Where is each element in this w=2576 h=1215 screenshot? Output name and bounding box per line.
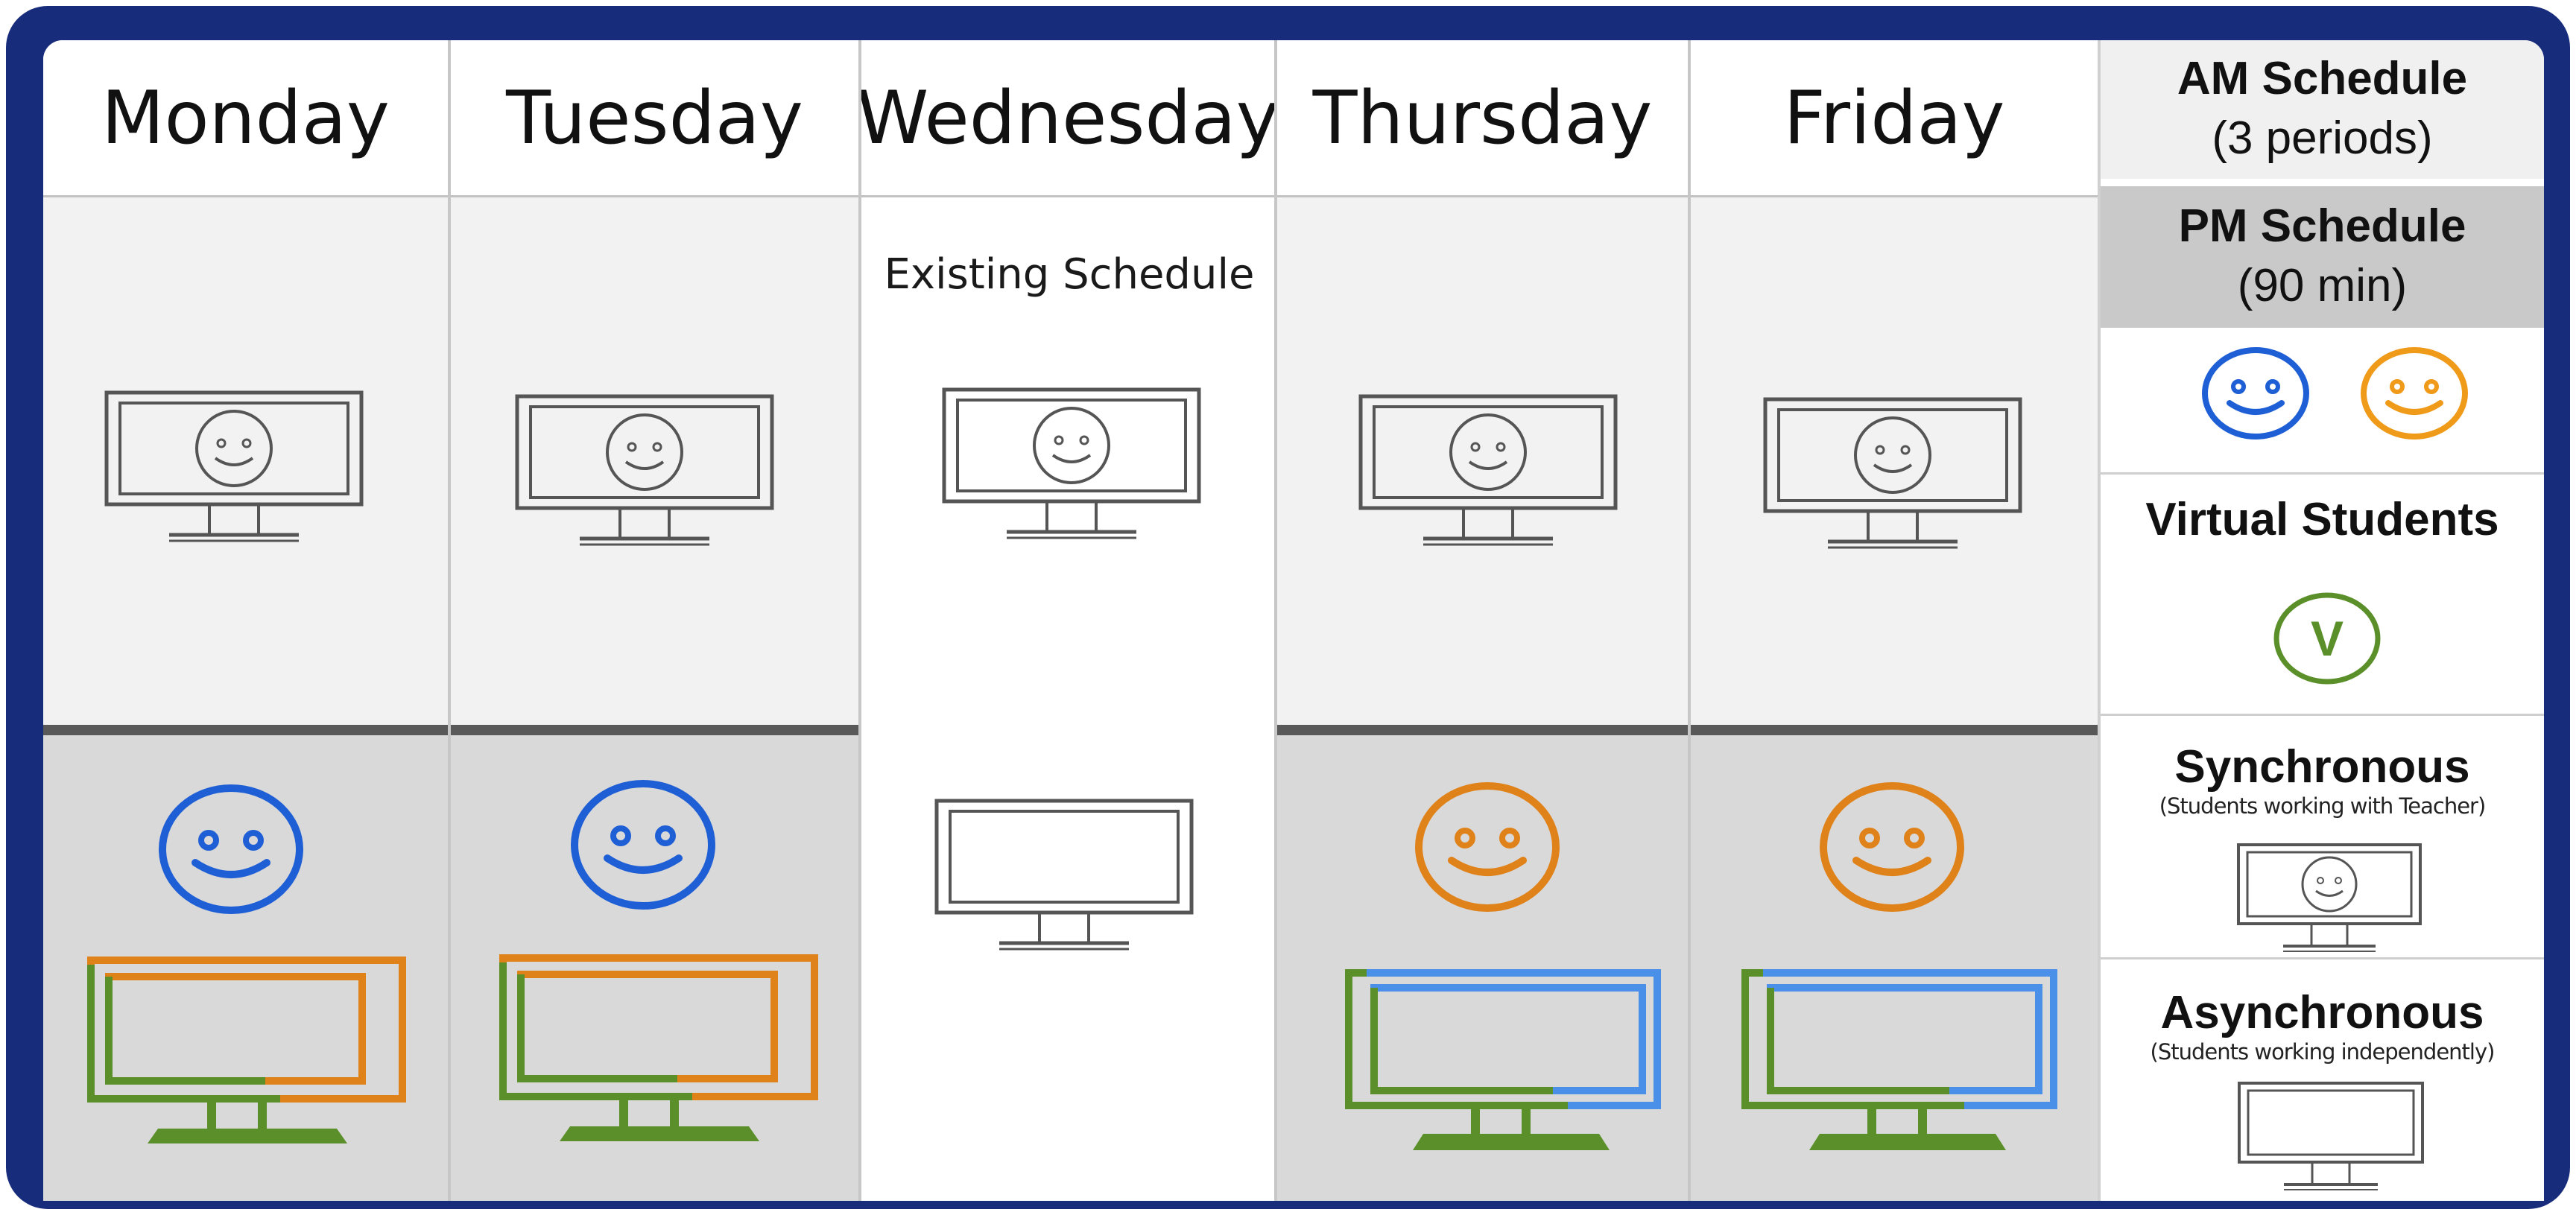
legend-sync-title: Synchronous (2174, 741, 2470, 793)
blue-smiley-icon (159, 784, 303, 914)
monitor-with-smiley-icon (515, 394, 774, 546)
column-divider (1274, 40, 1277, 1201)
header-divider (43, 195, 2098, 197)
legend-sync-detail: (Students working with Teacher) (2159, 793, 2487, 819)
am-pm-divider-right (1274, 725, 2098, 735)
day-header-friday: Friday (1691, 40, 2098, 197)
legend-synchronous: Synchronous (Students working with Teach… (2101, 740, 2544, 819)
day-header-thursday: Thursday (1277, 40, 1688, 197)
legend-divider (2101, 714, 2544, 716)
legend-pm-title: PM Schedule (2178, 200, 2466, 252)
day-header-wednesday: Wednesday (856, 40, 1279, 197)
day-name: Wednesday (856, 76, 1279, 161)
blue-smiley-icon (571, 780, 715, 910)
day-name: Monday (101, 76, 390, 161)
monitor-with-smiley-icon (1763, 397, 2022, 549)
day-name: Thursday (1312, 76, 1653, 161)
blue-smiley-icon (2202, 347, 2309, 440)
monitor-with-smiley-icon (1358, 394, 1618, 546)
schedule-grid: Monday Tuesday Wednesday Thursday Friday… (43, 40, 2544, 1201)
legend-pm-detail: (90 min) (2237, 260, 2408, 311)
column-divider (858, 40, 861, 1201)
legend-divider (2101, 957, 2544, 959)
column-divider (448, 40, 451, 1201)
green-blue-monitor-icon (1345, 969, 1661, 1150)
legend-asynchronous: Asynchronous (Students working independe… (2101, 986, 2544, 1065)
schedule-frame: Monday Tuesday Wednesday Thursday Friday… (6, 6, 2570, 1209)
legend-virtual-students: Virtual Students (2101, 493, 2544, 546)
day-name: Friday (1783, 76, 2005, 161)
day-name: Tuesday (506, 76, 803, 161)
legend-async-detail: (Students working independently) (2150, 1039, 2496, 1065)
legend-virtual-title: Virtual Students (2145, 494, 2499, 545)
monitor-with-smiley-icon (2237, 843, 2422, 952)
legend-divider (2101, 472, 2544, 475)
existing-schedule-label: Existing Schedule (884, 250, 1255, 299)
blank-monitor-icon (934, 799, 1194, 951)
virtual-badge-letter: V (2311, 611, 2344, 666)
green-orange-monitor-icon (87, 957, 406, 1143)
day-header-tuesday: Tuesday (451, 40, 858, 197)
virtual-badge-icon: V (2273, 592, 2381, 685)
column-divider (1688, 40, 1691, 1201)
orange-smiley-icon (1820, 782, 1964, 912)
day-header-monday: Monday (43, 40, 448, 197)
am-pm-divider-left (43, 725, 858, 735)
legend-am-schedule: AM Schedule (3 periods) (2101, 40, 2544, 179)
green-orange-monitor-icon (499, 954, 818, 1141)
blank-monitor-icon (2238, 1082, 2424, 1190)
legend-pm-schedule: PM Schedule (90 min) (2101, 186, 2544, 328)
monitor-with-smiley-icon (942, 387, 1201, 539)
legend-am-title: AM Schedule (2177, 53, 2468, 104)
orange-smiley-icon (2361, 347, 2468, 440)
wednesday-slot (861, 197, 1274, 1201)
green-blue-monitor-icon (1741, 969, 2057, 1150)
orange-smiley-icon (1415, 782, 1560, 912)
legend-async-title: Asynchronous (2160, 987, 2484, 1038)
monitor-with-smiley-icon (104, 390, 364, 542)
legend-am-detail: (3 periods) (2212, 112, 2433, 164)
